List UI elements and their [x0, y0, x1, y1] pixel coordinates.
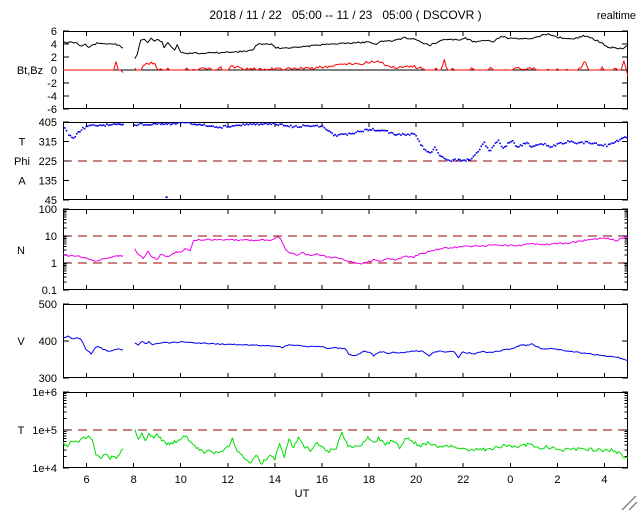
y-tick-label: 405: [39, 117, 57, 129]
panel-frame: [63, 304, 628, 378]
series-bz: [63, 61, 124, 73]
panel-label: N: [17, 245, 25, 257]
x-tick-label: 20: [410, 474, 422, 486]
y-tick-label: 2: [51, 52, 57, 64]
y-tick-label: 1e+5: [32, 425, 57, 437]
solar-wind-monitor-window: 2018 / 11 / 22 05:00 -- 11 / 23 05:00 ( …: [0, 0, 640, 512]
y-tick-label: 100: [39, 204, 57, 216]
y-tick-label: 135: [39, 176, 57, 188]
x-tick-label: 4: [601, 474, 607, 486]
panel-v: 500 400 300 V: [17, 299, 628, 385]
panel-bt-bz: 6420-2-4-6 Bt,Bz: [17, 26, 628, 116]
y-tick-label: 0.1: [42, 285, 57, 297]
y-tick-label: 315: [39, 137, 57, 149]
y-tick-label: 0: [51, 65, 57, 77]
x-axis-labels: 6 8 10 12 14 16 18 20 22 0 2 4 UT: [83, 474, 607, 500]
panel-frame: [63, 209, 628, 290]
resize-grip[interactable]: [621, 495, 638, 511]
x-tick-label: 14: [269, 474, 281, 486]
y-tick-label: -2: [47, 78, 57, 90]
y-tick-label: 10: [45, 231, 57, 243]
series-t: [63, 435, 124, 460]
x-tick-label: 16: [316, 474, 328, 486]
series-bt: [134, 33, 628, 59]
panel-label: T: [18, 425, 25, 437]
x-tick-label: 0: [507, 474, 513, 486]
y-tick-label: 1e+4: [32, 463, 57, 475]
y-tick-label: 6: [51, 26, 57, 38]
panel-label: T: [19, 137, 26, 149]
panel-n: 100 10 1 0.1 N: [17, 204, 628, 297]
y-tick-label: -4: [47, 91, 57, 103]
y-tick-label: 4: [51, 39, 57, 51]
panel-label: Bt,Bz: [17, 65, 43, 77]
x-tick-label: 12: [222, 474, 234, 486]
series-v: [134, 340, 628, 362]
series-v: [63, 335, 123, 355]
y-tick-label: 300: [39, 373, 57, 385]
x-tick-label: 6: [83, 474, 89, 486]
series-bt: [63, 41, 124, 49]
y-tick-label: 400: [39, 336, 57, 348]
panel-phi: 40531522513545TPhiA: [14, 117, 628, 207]
solar-wind-plot: 6420-2-4-6Bt,Bz40531522513545TPhiA100101…: [14, 26, 638, 511]
panel-label: V: [17, 336, 25, 348]
series-bz: [134, 59, 628, 77]
y-tick-label: 500: [39, 299, 57, 311]
panel-label: A: [18, 176, 26, 188]
x-tick-label: 10: [175, 474, 187, 486]
x-tick-label: 22: [457, 474, 469, 486]
x-tick-label: 18: [363, 474, 375, 486]
y-tick-label: -6: [47, 104, 57, 116]
panel-temp: 1e+6 1e+5 1e+4 T: [18, 387, 628, 475]
x-axis-title: UT: [295, 488, 310, 500]
series-n: [134, 236, 628, 265]
series-t: [134, 429, 628, 465]
x-tick-label: 2: [554, 474, 560, 486]
y-tick-label: 1e+6: [32, 387, 57, 399]
panel-frame: [63, 392, 628, 468]
panel-label: Phi: [14, 156, 30, 168]
y-tick-label: 1: [51, 258, 57, 270]
series-n: [63, 253, 124, 262]
x-tick-label: 8: [131, 474, 137, 486]
y-tick-label: 225: [39, 156, 57, 168]
